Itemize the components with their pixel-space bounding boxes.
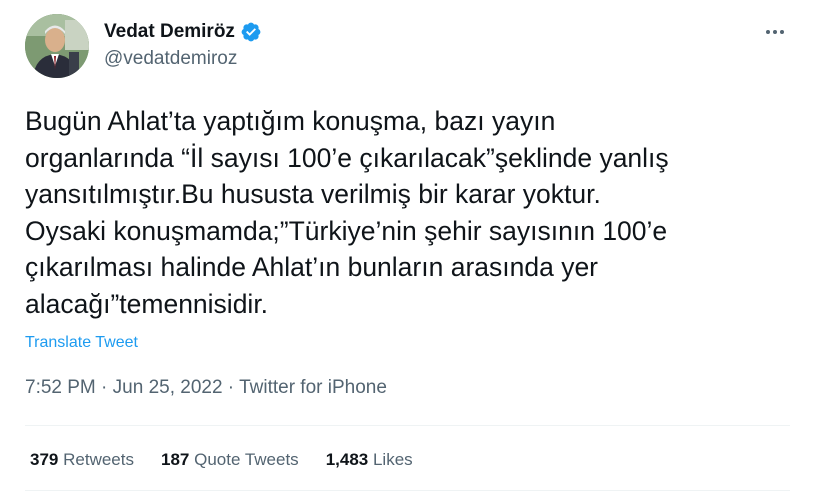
meta-separator: · [95, 377, 113, 398]
author-handle[interactable]: @vedatdemiroz [104, 48, 237, 70]
tweet-text: Bugün Ahlat’ta yaptığım konuşma, bazı ya… [25, 106, 669, 319]
author-name-row[interactable]: Vedat Demiröz [104, 19, 262, 45]
verified-badge-icon [240, 21, 262, 43]
quote-tweets-count: 187 [160, 450, 190, 469]
retweets-count: 379 [30, 450, 59, 469]
tweet-source[interactable]: Twitter for iPhone [239, 377, 387, 398]
quote-tweets-stat[interactable]: 187 Quote Tweets [161, 450, 299, 470]
tweet-meta: 7:52 PM · Jun 25, 2022 · Twitter for iPh… [25, 377, 387, 399]
quote-tweets-label: Quote Tweets [194, 450, 299, 469]
tweet-card: Vedat Demiröz @vedatdemiroz Bugün Ahlat’… [0, 0, 813, 494]
divider [25, 490, 790, 491]
likes-count: 1,483 [325, 450, 369, 469]
likes-label: Likes [372, 450, 413, 469]
tweet-stats: 379 Retweets 187 Quote Tweets 1,483 Like… [30, 450, 440, 470]
avatar[interactable] [25, 14, 89, 78]
retweets-label: Retweets [63, 450, 134, 469]
author-name[interactable]: Vedat Demiröz [104, 21, 235, 43]
divider [25, 425, 790, 426]
more-horizontal-icon[interactable] [760, 20, 790, 44]
retweets-stat[interactable]: 379 Retweets [30, 450, 134, 470]
tweet-time[interactable]: 7:52 PM [25, 377, 96, 398]
likes-stat[interactable]: 1,483 Likes [326, 450, 413, 470]
meta-separator: · [222, 377, 240, 398]
tweet-date[interactable]: Jun 25, 2022 [113, 377, 223, 398]
translate-tweet-link[interactable]: Translate Tweet [25, 334, 138, 352]
avatar-photo [25, 14, 89, 78]
